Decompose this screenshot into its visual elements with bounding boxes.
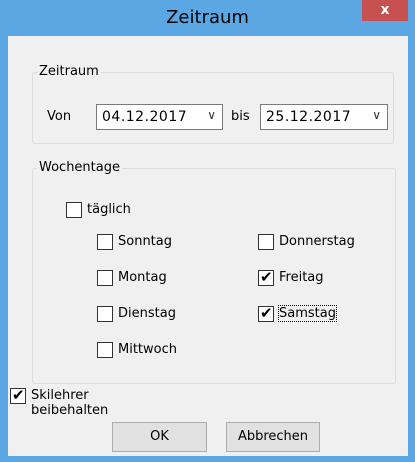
checkmark-icon: ✔: [260, 304, 273, 322]
from-label: Von: [47, 109, 72, 124]
checkmark-icon: ✔: [260, 268, 273, 286]
checkbox-box: [97, 270, 113, 286]
dialog-body: Zeitraum Von 04.12.2017 ∨ bis 25.12.2017…: [8, 36, 408, 456]
checkbox-box: ✔: [258, 268, 274, 286]
checkbox-box: [97, 234, 113, 250]
wochentage-group: Wochentage: [32, 160, 396, 384]
sonntag-label: Sonntag: [118, 234, 172, 249]
to-date-select[interactable]: 25.12.2017 ∨: [260, 104, 388, 130]
close-button[interactable]: x: [362, 0, 408, 21]
wochentage-group-label: Wochentage: [37, 160, 122, 175]
checkbox-box: [66, 202, 82, 218]
from-date-value: 04.12.2017: [102, 109, 188, 125]
to-label: bis: [231, 109, 250, 124]
dialog-title: Zeitraum: [166, 7, 249, 28]
from-date-select[interactable]: 04.12.2017 ∨: [96, 104, 223, 130]
samstag-label: Samstag: [278, 305, 337, 322]
ok-button[interactable]: OK: [112, 422, 207, 452]
dienstag-label: Dienstag: [118, 306, 176, 321]
cancel-button[interactable]: Abbrechen: [226, 422, 320, 452]
checkbox-box: ✔: [258, 304, 274, 322]
checkbox-box: ✔: [10, 386, 26, 404]
mittwoch-label: Mittwoch: [118, 342, 177, 357]
checkbox-box: [97, 342, 113, 358]
daily-label: täglich: [87, 202, 131, 217]
donnerstag-label: Donnerstag: [279, 234, 355, 249]
chevron-down-icon: ∨: [372, 108, 381, 122]
checkmark-icon: ✔: [12, 386, 25, 404]
dialog-window: Zeitraum x Zeitraum Von 04.12.2017 ∨ bis…: [0, 0, 415, 462]
close-icon: x: [380, 2, 390, 18]
zeitraum-group-label: Zeitraum: [37, 64, 101, 79]
checkbox-box: [97, 306, 113, 322]
keep-instructor-label: Skilehrer beibehalten: [31, 388, 109, 418]
checkbox-box: [258, 234, 274, 250]
freitag-label: Freitag: [279, 270, 324, 285]
montag-label: Montag: [118, 270, 167, 285]
chevron-down-icon: ∨: [207, 108, 216, 122]
title-bar[interactable]: Zeitraum x: [0, 0, 415, 34]
to-date-value: 25.12.2017: [266, 109, 352, 125]
